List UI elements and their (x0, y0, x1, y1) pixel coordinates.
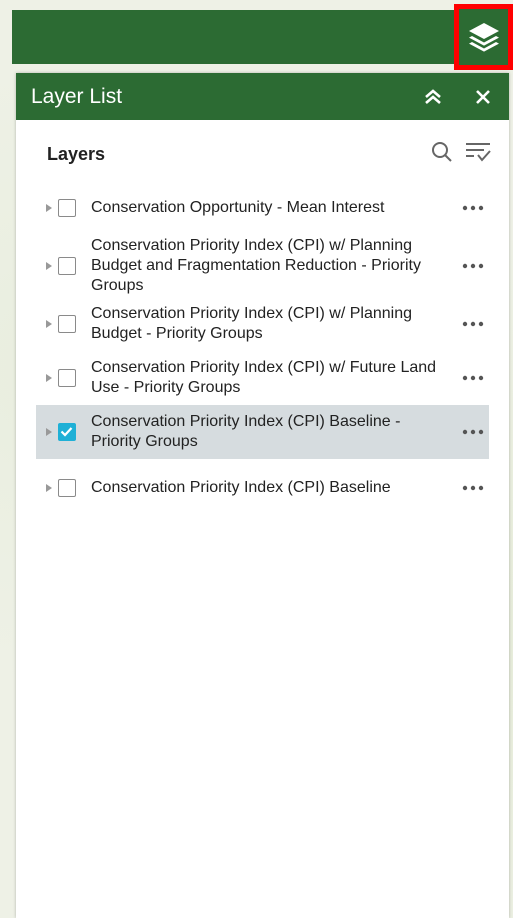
caret-right-icon[interactable] (45, 319, 53, 329)
layers-heading: Layers (47, 144, 106, 164)
more-options-icon[interactable] (461, 261, 485, 271)
layer-label: Conservation Priority Index (CPI) w/ Fut… (91, 359, 437, 396)
layer-label: Conservation Opportunity - Mean Interest (91, 199, 385, 216)
layer-checkbox[interactable] (58, 257, 76, 275)
layer-checkbox[interactable] (58, 199, 76, 217)
more-options-icon[interactable] (461, 203, 485, 213)
search-icon (432, 142, 452, 162)
more-options-icon[interactable] (461, 427, 485, 437)
layer-list-panel: Layer List Layers Conservation Opportuni… (16, 73, 509, 918)
layer-item[interactable]: Conservation Opportunity - Mean Interest (36, 191, 489, 225)
close-button[interactable] (472, 86, 494, 108)
layer-item[interactable]: Conservation Priority Index (CPI) w/ Pla… (36, 235, 489, 297)
layer-checkbox[interactable] (58, 369, 76, 387)
search-button[interactable] (430, 140, 454, 164)
layer-label: Conservation Priority Index (CPI) w/ Pla… (91, 305, 413, 342)
caret-right-icon[interactable] (45, 483, 53, 493)
layer-item[interactable]: Conservation Priority Index (CPI) w/ Pla… (36, 302, 489, 346)
checkmark-icon (60, 427, 73, 437)
layer-item[interactable]: Conservation Priority Index (CPI) w/ Fut… (36, 356, 489, 400)
layer-label: Conservation Priority Index (CPI) Baseli… (91, 479, 391, 496)
caret-right-icon[interactable] (45, 203, 53, 213)
layer-checkbox[interactable] (58, 479, 76, 497)
panel-header: Layer List (16, 73, 509, 120)
close-icon (476, 90, 490, 104)
more-options-icon[interactable] (461, 373, 485, 383)
app-header-bar (12, 10, 513, 64)
layer-label: Conservation Priority Index (CPI) w/ Pla… (91, 237, 421, 294)
layer-item-selected[interactable]: Conservation Priority Index (CPI) Baseli… (36, 405, 489, 459)
layer-toolbar: Layers (16, 120, 509, 182)
layer-label: Conservation Priority Index (CPI) Baseli… (91, 413, 401, 450)
layer-list-toggle-button[interactable] (454, 4, 513, 70)
caret-right-icon[interactable] (45, 427, 53, 437)
layer-checkbox-checked[interactable] (58, 423, 76, 441)
filter-button[interactable] (464, 140, 492, 164)
layer-checkbox[interactable] (58, 315, 76, 333)
double-chevron-up-icon (425, 89, 441, 104)
layer-item[interactable]: Conservation Priority Index (CPI) Baseli… (36, 471, 489, 505)
layers-icon (468, 23, 499, 52)
panel-title: Layer List (31, 84, 123, 108)
collapse-button[interactable] (422, 86, 444, 108)
caret-right-icon[interactable] (45, 373, 53, 383)
more-options-icon[interactable] (461, 483, 485, 493)
filter-icon (466, 143, 491, 162)
more-options-icon[interactable] (461, 319, 485, 329)
caret-right-icon[interactable] (45, 261, 53, 271)
